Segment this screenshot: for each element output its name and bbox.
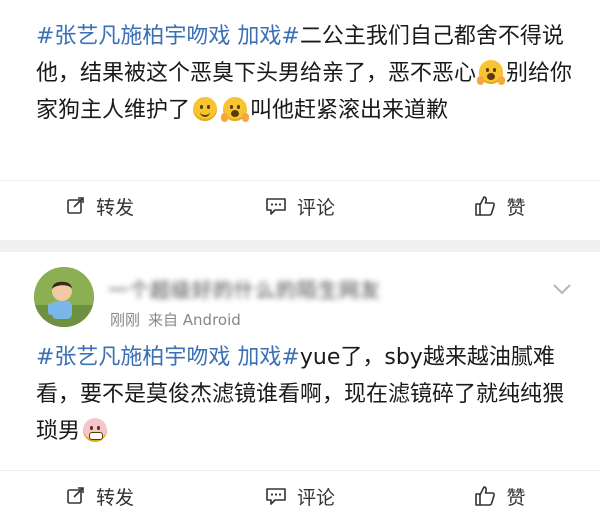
comment-label: 评论 <box>296 196 335 219</box>
avatar[interactable] <box>34 267 94 327</box>
like-label: 赞 <box>506 486 526 509</box>
post-text-part: 叫他赶紧滚出来道歉 <box>250 98 449 123</box>
thumbs-up-icon <box>475 196 496 216</box>
scream-emoji <box>477 60 506 85</box>
repost-icon <box>67 197 84 214</box>
comment-icon <box>266 488 286 505</box>
thumbs-up-icon <box>475 486 496 506</box>
repost-label: 转发 <box>95 196 134 219</box>
comment-button[interactable]: 评论 <box>200 483 400 510</box>
action-bar: 转发 评论 赞 <box>0 470 600 521</box>
comment-icon <box>266 198 286 215</box>
repost-icon <box>67 487 84 504</box>
comment-label: 评论 <box>296 486 335 509</box>
post-text: #张艺凡施柏宇吻戏 加戏#二公主我们自己都舍不得说他，结果被这个恶臭下头男给亲了… <box>36 18 576 129</box>
post-card-1: #张艺凡施柏宇吻戏 加戏#二公主我们自己都舍不得说他，结果被这个恶臭下头男给亲了… <box>0 0 600 240</box>
topic-link[interactable]: #张艺凡施柏宇吻戏 加戏# <box>36 345 300 370</box>
like-button[interactable]: 赞 <box>400 483 600 510</box>
topic-link[interactable]: #张艺凡施柏宇吻戏 加戏# <box>36 24 300 49</box>
post-meta: 刚刚 来自 Android <box>110 309 241 330</box>
smile-emoji <box>193 97 218 121</box>
grimace-emoji <box>83 418 108 442</box>
post-time: 刚刚 <box>110 311 141 329</box>
post-source: 来自 Android <box>148 311 241 329</box>
feed-divider <box>0 240 600 252</box>
comment-button[interactable]: 评论 <box>200 193 400 220</box>
repost-button[interactable]: 转发 <box>0 483 200 510</box>
repost-label: 转发 <box>95 486 134 509</box>
repost-button[interactable]: 转发 <box>0 193 200 220</box>
username[interactable]: 一个超级好的什么的陌生网友 <box>108 274 381 303</box>
like-label: 赞 <box>506 196 526 219</box>
like-button[interactable]: 赞 <box>400 193 600 220</box>
chevron-down-icon[interactable] <box>552 282 572 296</box>
scream-emoji <box>221 97 250 122</box>
post-card-2: 一个超级好的什么的陌生网友 刚刚 来自 Android #张艺凡施柏宇吻戏 加戏#… <box>0 252 600 512</box>
action-bar: 转发 评论 赞 <box>0 180 600 231</box>
post-text: #张艺凡施柏宇吻戏 加戏#yue了，sby越来越油腻难看，要不是莫俊杰滤镜谁看啊… <box>36 339 576 450</box>
